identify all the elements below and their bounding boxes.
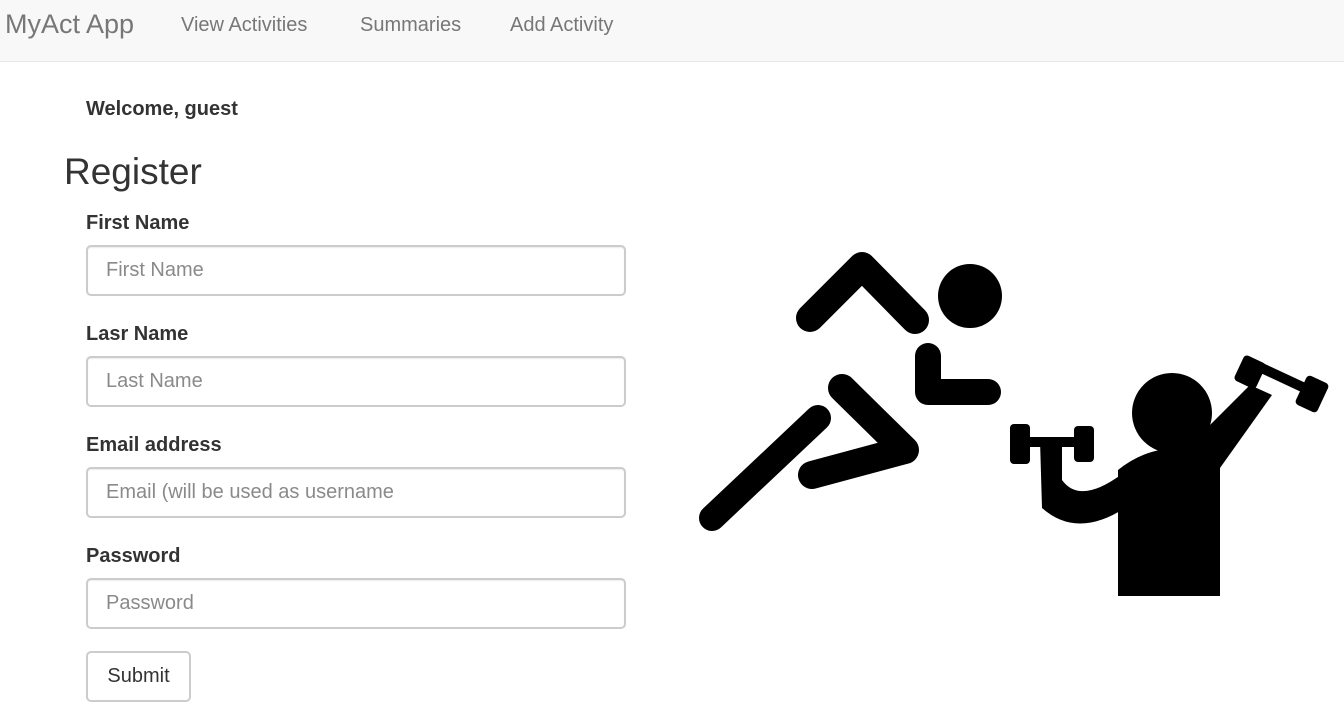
last-name-input[interactable] [86,356,626,407]
runner-icon [699,252,1002,531]
fitness-illustration [699,252,1329,596]
weightlifter-icon [1010,355,1329,596]
submit-button[interactable]: Submit [86,651,191,702]
welcome-message: Welcome, guest [86,98,238,120]
page-title: Register [64,151,202,192]
nav-add-activity[interactable]: Add Activity [510,13,613,37]
first-name-label: First Name [86,212,190,234]
password-label: Password [86,545,181,567]
nav-view-activities[interactable]: View Activities [181,13,307,37]
password-input[interactable] [86,578,626,629]
email-label: Email address [86,434,222,456]
first-name-input[interactable] [86,245,626,296]
nav-summaries[interactable]: Summaries [360,13,461,37]
brand-link[interactable]: MyAct App [5,8,134,40]
top-navbar: MyAct App View Activities Summaries Add … [0,0,1344,62]
email-input[interactable] [86,467,626,518]
last-name-label: Lasr Name [86,323,189,345]
